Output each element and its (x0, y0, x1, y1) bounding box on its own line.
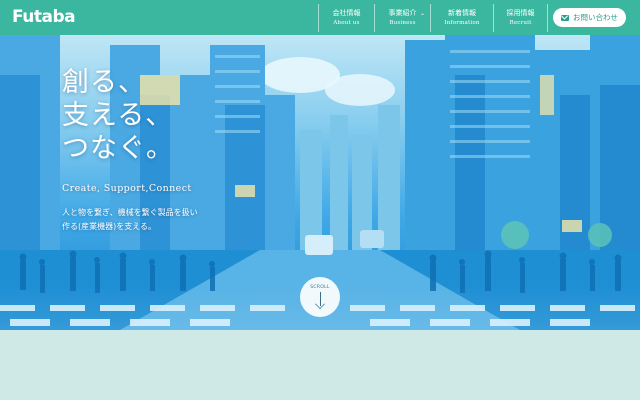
nav-item-label: 事業紹介 (388, 9, 417, 17)
hero-headline: 創る、 支える、 つなぐ。 (62, 66, 174, 165)
headline-line: 創る、 (62, 67, 146, 98)
contact-button[interactable]: お問い合わせ (553, 8, 626, 27)
mail-icon (561, 14, 569, 21)
arrow-down-icon (313, 292, 327, 309)
headline-line: 支える、 (62, 100, 174, 131)
content-area (0, 330, 640, 400)
hero-tagline: Create, Support,Connect (62, 183, 192, 194)
nav-item-information[interactable]: 新着情報 Information (430, 4, 493, 32)
nav-item-sublabel: Business (389, 20, 416, 26)
site-header: Futaba 会社情報 About us 事業紹介 Business ⌄ 新着情… (0, 0, 640, 35)
nav-item-label: 会社情報 (332, 9, 361, 17)
nav-item-sublabel: About us (333, 20, 360, 26)
nav-item-sublabel: Recruit (509, 20, 532, 26)
description-line: 作る(産業機器)を支える。 (62, 222, 157, 231)
scroll-button[interactable]: SCROLL (300, 277, 340, 317)
nav-item-recruit[interactable]: 採用情報 Recruit (493, 4, 548, 32)
futaba-logo[interactable]: Futaba (12, 8, 76, 27)
nav-item-label: 新着情報 (448, 9, 476, 17)
nav-item-label: 採用情報 (506, 9, 535, 17)
chevron-down-icon: ⌄ (419, 10, 425, 17)
headline-line: つなぐ。 (62, 133, 174, 164)
hero-section: 創る、 支える、 つなぐ。 Create, Support,Connect 人と… (0, 35, 640, 330)
main-nav: 会社情報 About us 事業紹介 Business ⌄ 新着情報 Infor… (318, 4, 548, 32)
nav-item-sublabel: Information (444, 20, 480, 26)
nav-item-business[interactable]: 事業紹介 Business ⌄ (374, 4, 430, 32)
contact-label: お問い合わせ (573, 13, 618, 22)
hero-description: 人と物を繋ぎ、機械を繋ぐ製品を扱い 作る(産業機器)を支える。 (62, 206, 198, 234)
nav-item-about[interactable]: 会社情報 About us (318, 4, 374, 32)
description-line: 人と物を繋ぎ、機械を繋ぐ製品を扱い (62, 208, 198, 217)
scroll-label: SCROLL (310, 285, 330, 290)
